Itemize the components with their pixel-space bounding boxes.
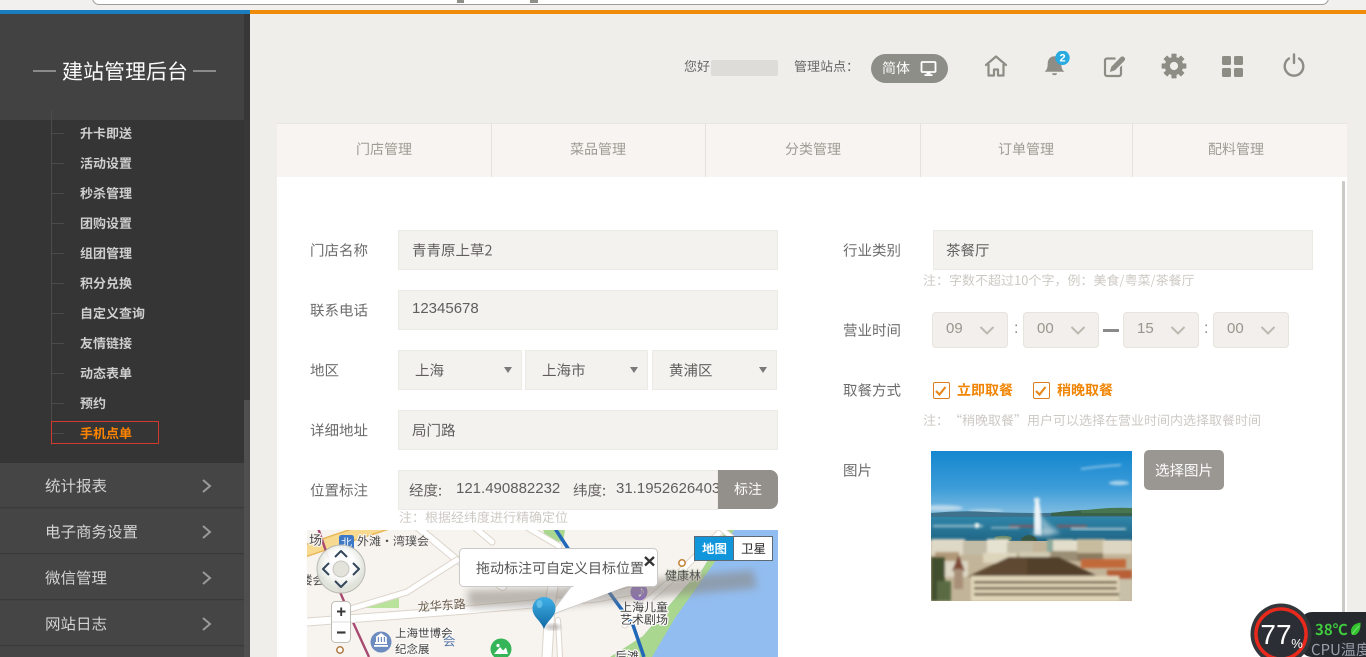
- svg-text:2: 2: [1059, 53, 1065, 65]
- svg-text:77: 77: [1260, 619, 1291, 650]
- svg-text:%: %: [1291, 636, 1303, 651]
